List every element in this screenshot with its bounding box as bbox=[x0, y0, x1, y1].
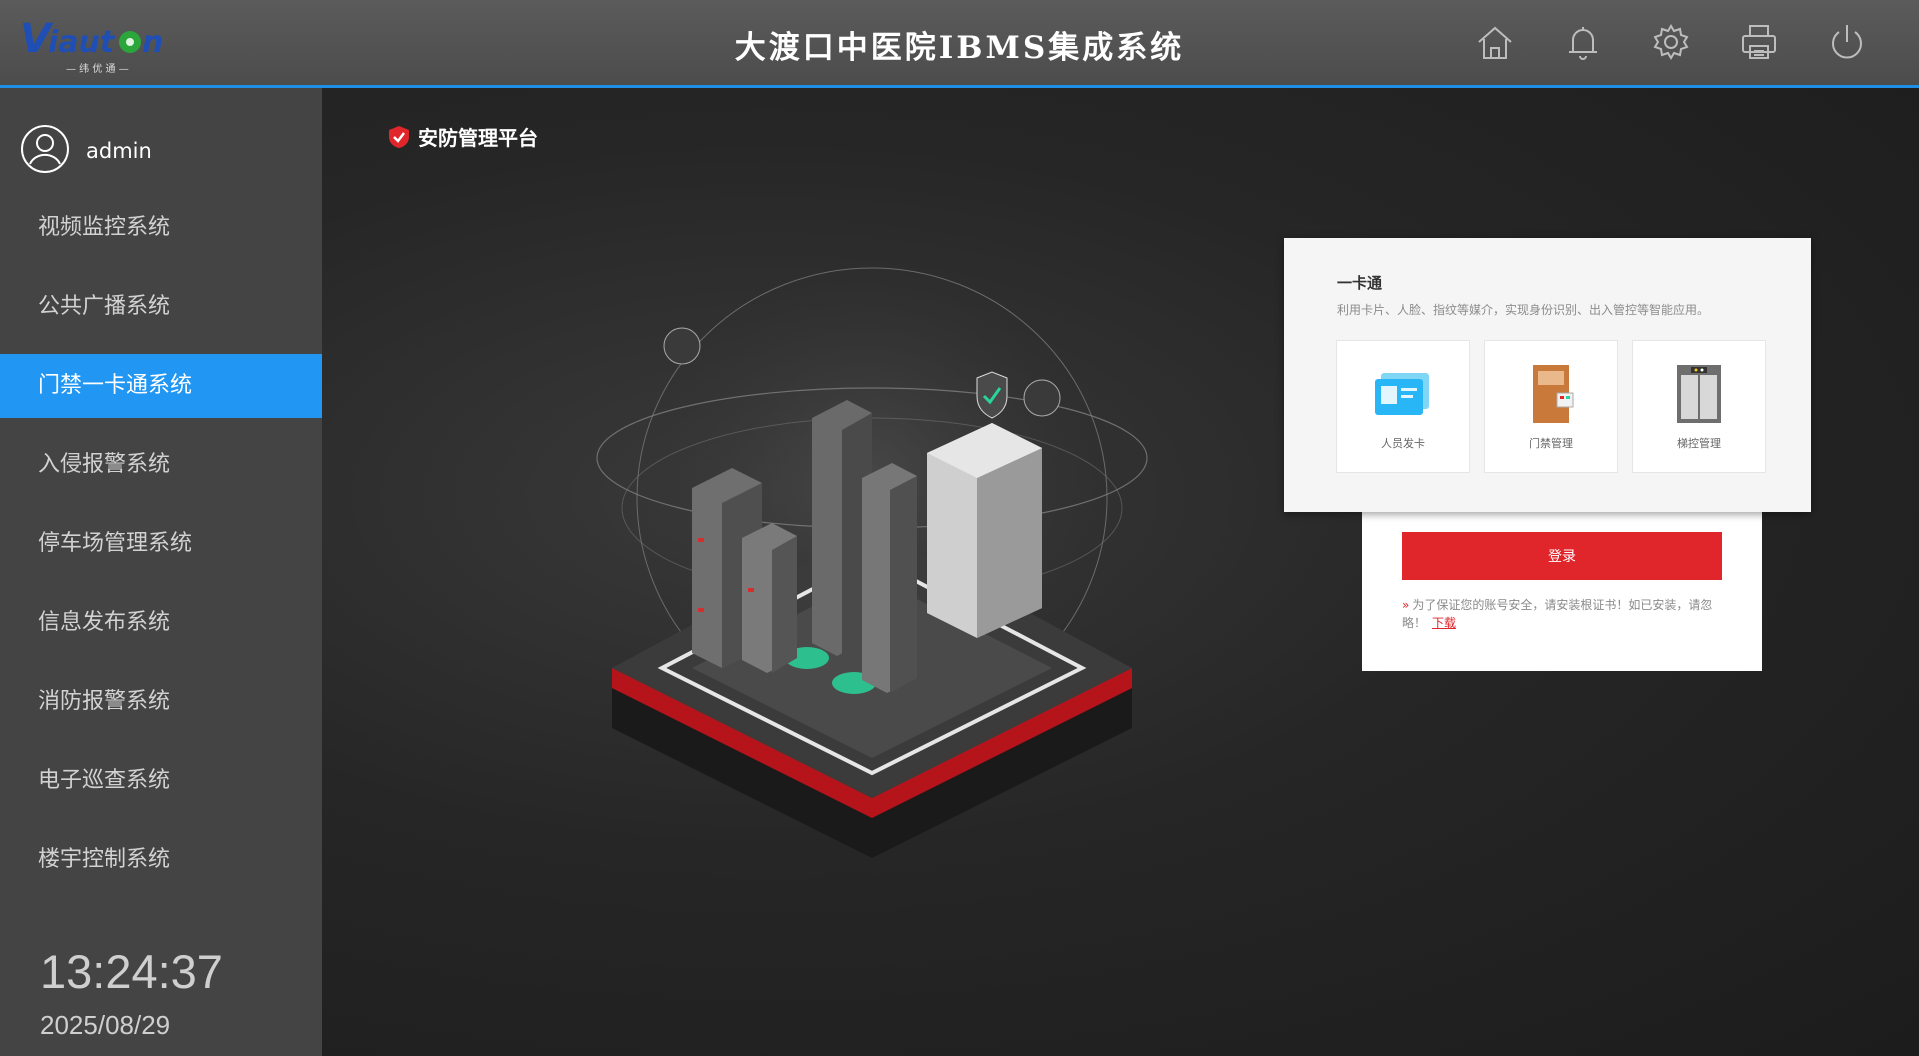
top-header: V iaut n — 纬 优 通 — 大渡口中医院IBMS集成系统 bbox=[0, 0, 1919, 88]
sidebar-item-video-surveillance[interactable]: 视频监控系统 bbox=[0, 196, 322, 260]
login-button[interactable]: 登录 bbox=[1402, 532, 1722, 580]
sidebar-item-building-control[interactable]: 楼宇控制系统 bbox=[0, 828, 322, 892]
user-info[interactable]: admin bbox=[20, 124, 152, 178]
user-avatar-icon bbox=[20, 124, 70, 178]
card-panel-description: 利用卡片、人脸、指纹等媒介，实现身份识别、出入管控等智能应用。 bbox=[1337, 303, 1710, 317]
power-icon[interactable] bbox=[1825, 20, 1869, 64]
clock-time: 13:24:37 bbox=[40, 945, 223, 998]
platform-header: 安防管理平台 bbox=[388, 122, 538, 151]
sidebar: admin 视频监控系统 公共广播系统 门禁一卡通系统 入侵报警系统 停车场管理… bbox=[0, 88, 328, 1056]
id-card-icon bbox=[1373, 363, 1433, 425]
sidebar-item-intrusion-alarm[interactable]: 入侵报警系统 bbox=[0, 433, 322, 497]
bell-icon[interactable] bbox=[1561, 20, 1605, 64]
main-content: 安防管理平台 登录 » 为了保证您的账号安全，请安装根证书！如已安装，请忽略！ … bbox=[322, 88, 1919, 1056]
tile-label: 人员发卡 bbox=[1381, 437, 1425, 450]
tile-access-control-management[interactable]: 门禁管理 bbox=[1484, 340, 1618, 473]
sidebar-item-patrol[interactable]: 电子巡查系统 bbox=[0, 749, 322, 813]
security-city-illustration bbox=[596, 267, 1148, 858]
sidebar-item-public-broadcast[interactable]: 公共广播系统 bbox=[0, 275, 322, 339]
elevator-icon bbox=[1669, 363, 1729, 425]
download-link[interactable]: 下载 bbox=[1432, 616, 1456, 630]
clock-date: 2025/08/29 bbox=[40, 1010, 171, 1040]
tile-personnel-card-issue[interactable]: 人员发卡 bbox=[1336, 340, 1470, 473]
card-panel-title: 一卡通 bbox=[1337, 274, 1383, 292]
sidebar-nav: 视频监控系统 公共广播系统 门禁一卡通系统 入侵报警系统 停车场管理系统 信息发… bbox=[0, 196, 328, 907]
platform-name: 安防管理平台 bbox=[418, 126, 538, 150]
printer-icon[interactable] bbox=[1737, 20, 1781, 64]
sidebar-item-access-control[interactable]: 门禁一卡通系统 bbox=[0, 354, 328, 418]
gear-icon[interactable] bbox=[1649, 20, 1693, 64]
double-chevron-right-icon: » bbox=[1402, 598, 1410, 612]
shield-logo-icon bbox=[389, 125, 409, 148]
tile-elevator-control-management[interactable]: 梯控管理 bbox=[1632, 340, 1766, 473]
tile-label: 门禁管理 bbox=[1529, 437, 1573, 450]
certificate-notice: » 为了保证您的账号安全，请安装根证书！如已安装，请忽略！ 下载 bbox=[1402, 596, 1722, 632]
sidebar-item-parking[interactable]: 停车场管理系统 bbox=[0, 512, 322, 576]
door-icon bbox=[1521, 363, 1581, 425]
tile-label: 梯控管理 bbox=[1677, 437, 1721, 450]
sidebar-item-fire-alarm[interactable]: 消防报警系统 bbox=[0, 670, 322, 734]
one-card-panel: 一卡通 利用卡片、人脸、指纹等媒介，实现身份识别、出入管控等智能应用。 人员发卡 bbox=[1284, 238, 1811, 512]
home-icon[interactable] bbox=[1473, 20, 1517, 64]
sidebar-item-info-publish[interactable]: 信息发布系统 bbox=[0, 591, 322, 655]
username: admin bbox=[86, 139, 152, 163]
login-panel: 登录 » 为了保证您的账号安全，请安装根证书！如已安装，请忽略！ 下载 bbox=[1362, 508, 1762, 671]
